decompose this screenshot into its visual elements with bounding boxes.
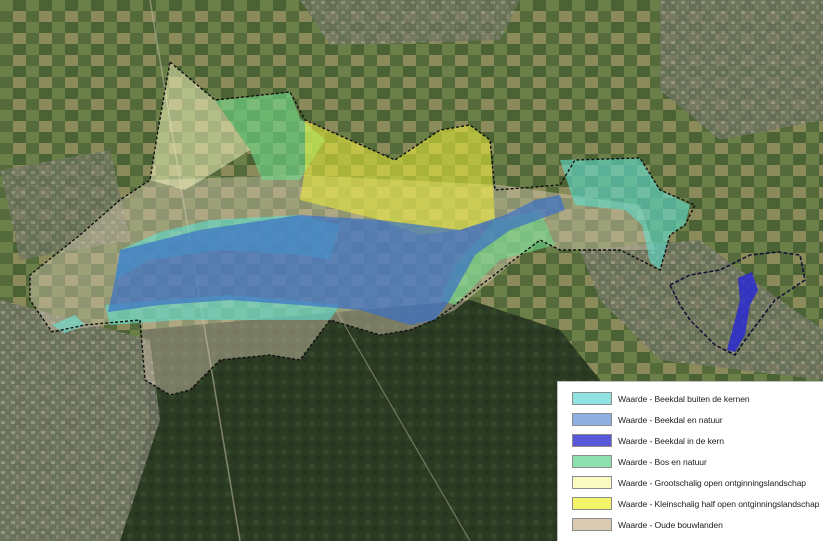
legend-item-beekdal-in-de-kern: Waarde - Beekdal in de kern: [572, 430, 823, 451]
legend-swatch: [572, 392, 612, 405]
legend-swatch: [572, 518, 612, 531]
legend-label: Waarde - Kleinschalig half open ontginni…: [618, 498, 820, 509]
legend-item-beekdal-en-natuur: Waarde - Beekdal en natuur: [572, 409, 823, 430]
legend-label: Waarde - Bos en natuur: [618, 456, 707, 467]
legend-item-beekdal-buiten-de-kernen: Waarde - Beekdal buiten de kernen: [572, 388, 823, 409]
legend-swatch: [572, 434, 612, 447]
legend-swatch: [572, 476, 612, 489]
legend-item-bos-en-natuur: Waarde - Bos en natuur: [572, 451, 823, 472]
legend-label: Waarde - Beekdal en natuur: [618, 414, 723, 425]
legend-item-kleinschalig-half-open: Waarde - Kleinschalig half open ontginni…: [572, 493, 823, 514]
legend-label: Waarde - Beekdal buiten de kernen: [618, 393, 750, 404]
legend-swatch: [572, 497, 612, 510]
legend-swatch: [572, 413, 612, 426]
map-legend: Waarde - Beekdal buiten de kernen Waarde…: [557, 381, 823, 541]
legend-label: Waarde - Oude bouwlanden: [618, 519, 723, 530]
legend-item-oude-bouwlanden: Waarde - Oude bouwlanden: [572, 514, 823, 535]
legend-item-grootschalig-open: Waarde - Grootschalig open ontginningsla…: [572, 472, 823, 493]
legend-swatch: [572, 455, 612, 468]
legend-label: Waarde - Beekdal in de kern: [618, 435, 724, 446]
legend-label: Waarde - Grootschalig open ontginningsla…: [618, 477, 806, 488]
